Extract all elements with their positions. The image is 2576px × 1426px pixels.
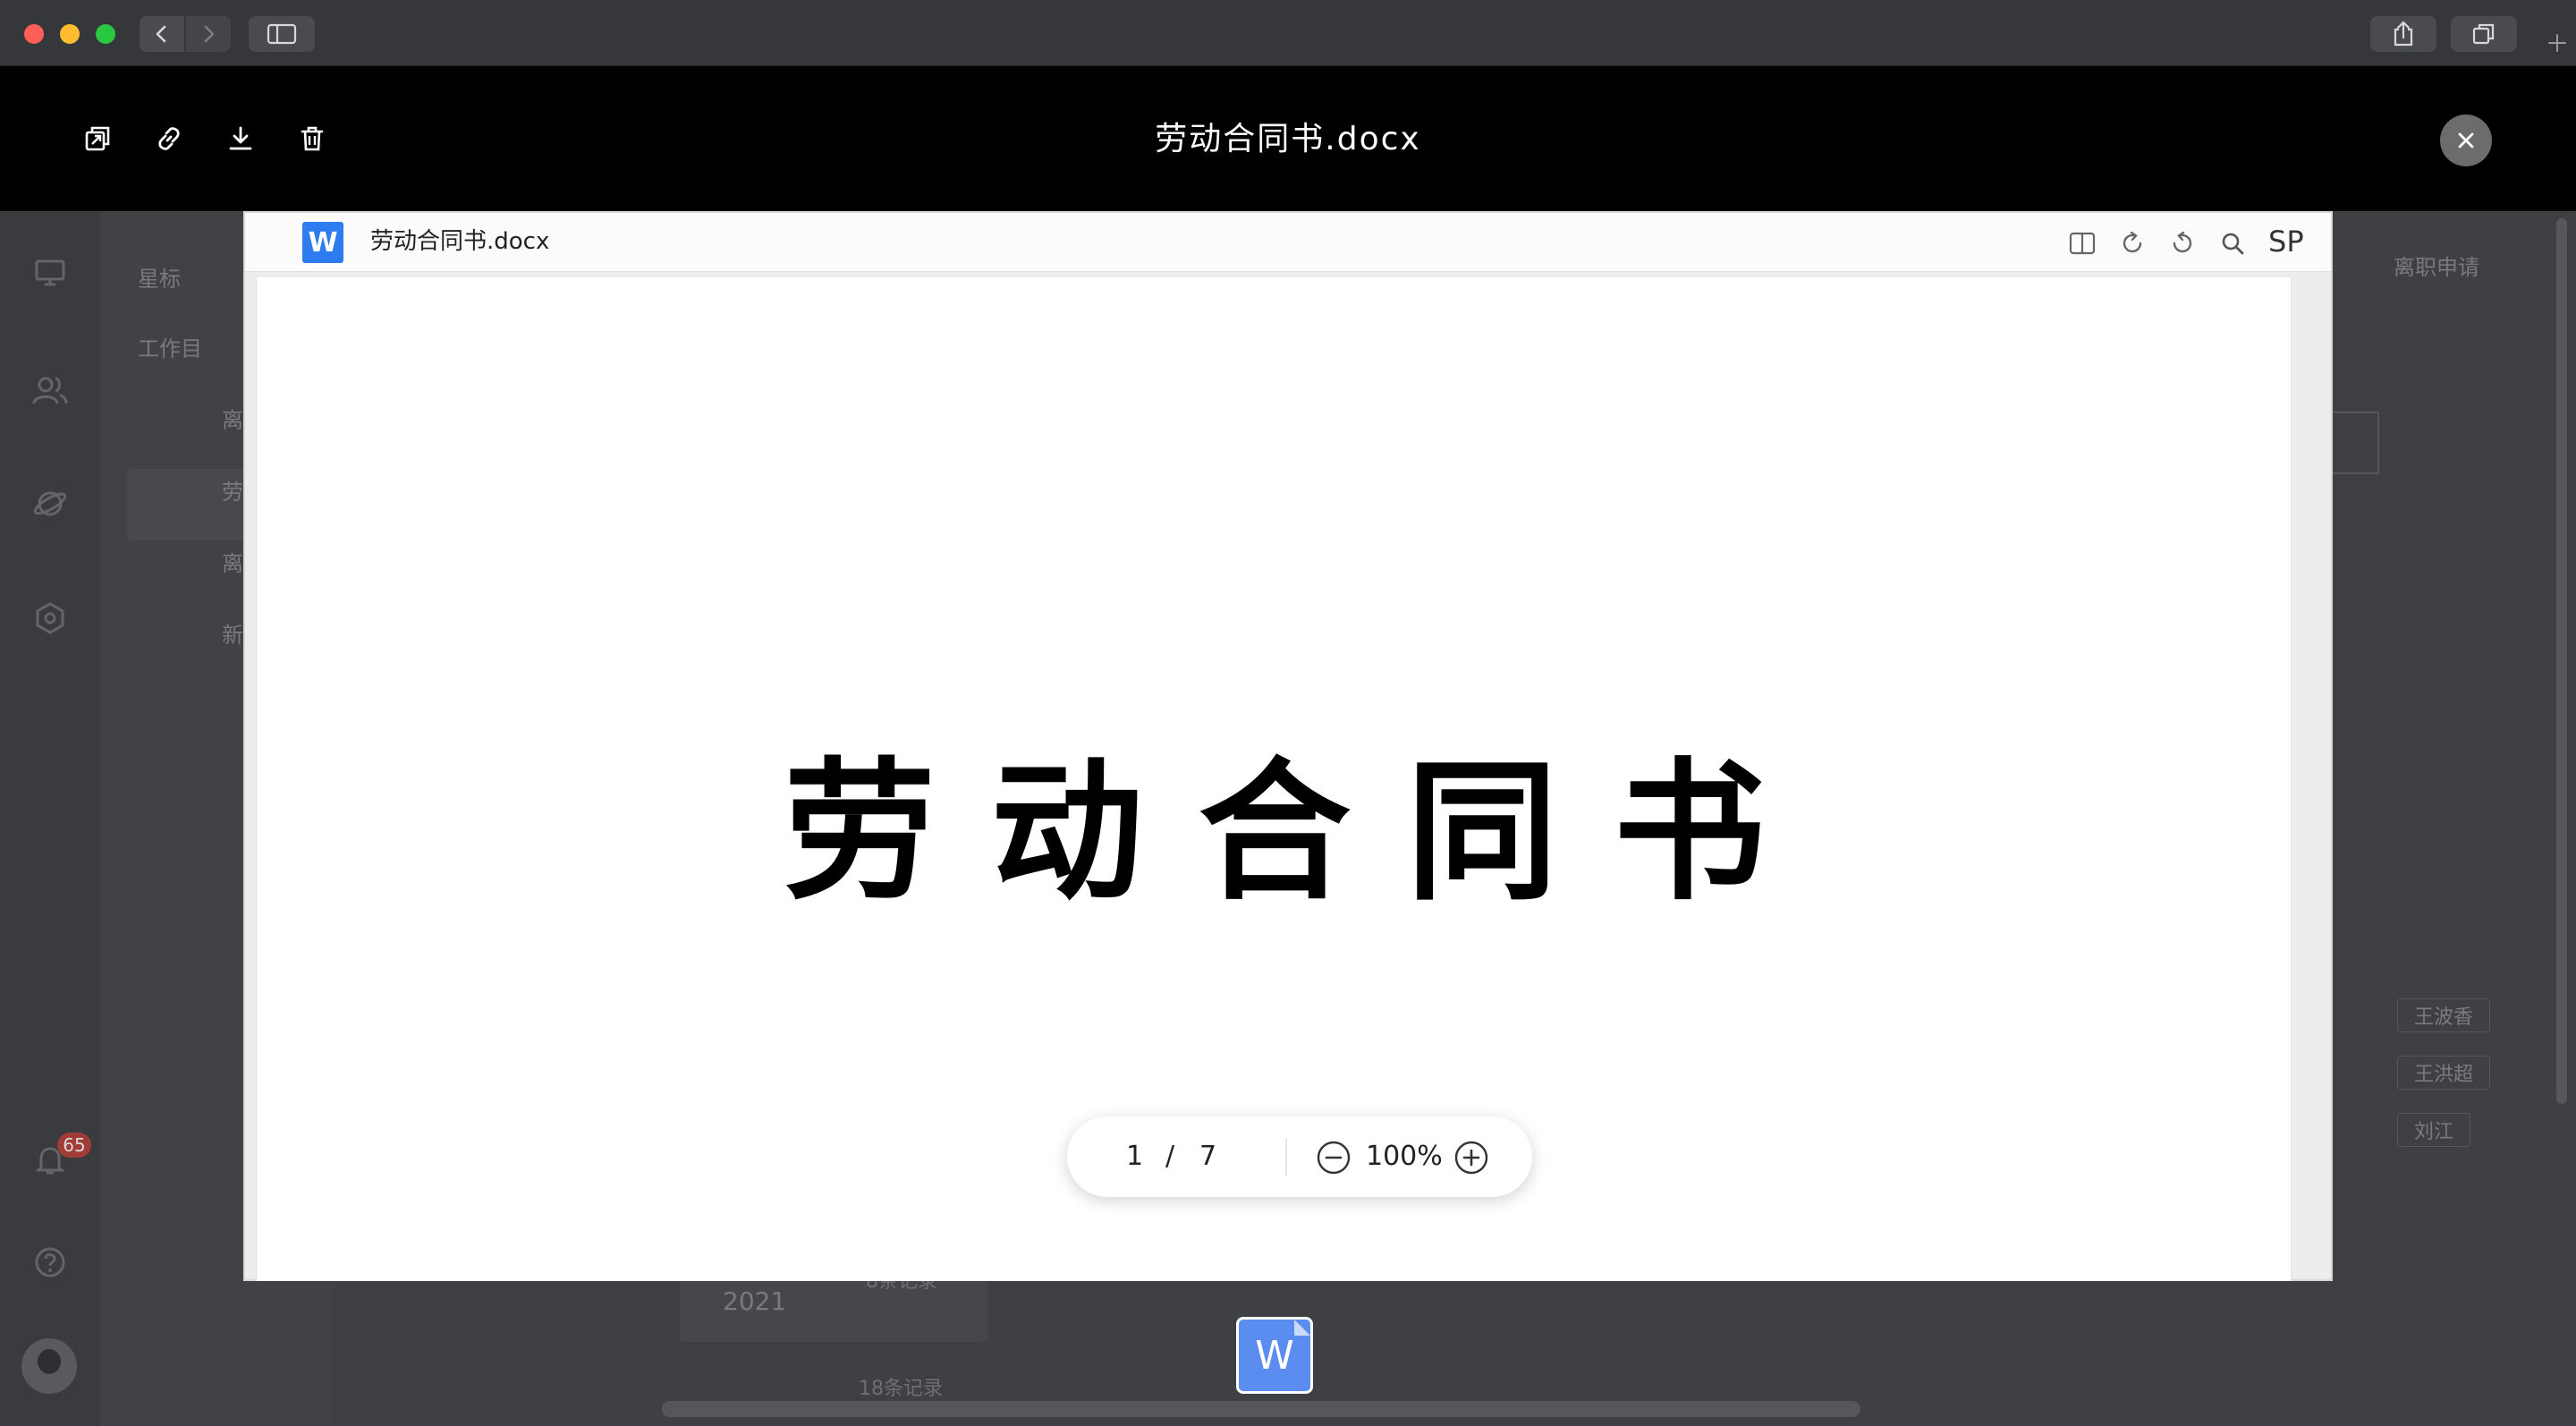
app-nav-rail: 65 [0, 66, 100, 1426]
page-zoom-controls: 1 / 7 100% [1067, 1116, 1532, 1197]
tabs-icon [2472, 23, 2495, 45]
minus-circle-icon [1317, 1141, 1351, 1175]
contacts-icon[interactable] [30, 370, 71, 412]
zoom-window-button[interactable] [96, 24, 115, 44]
viewer-file-name: 劳动合同书.docx [370, 228, 550, 255]
list-item-starred[interactable]: 星标 [138, 261, 181, 293]
search-button[interactable] [2216, 227, 2249, 259]
search-icon [2222, 233, 2244, 255]
close-preview-button[interactable] [2440, 115, 2492, 166]
file-thumbnail[interactable]: W [1236, 1317, 1313, 1394]
zoom-in-button[interactable] [1453, 1140, 1489, 1176]
workbench-icon[interactable] [30, 598, 71, 639]
back-button[interactable] [140, 16, 184, 52]
record-count: 18条记录 [859, 1378, 943, 1400]
user-avatar[interactable] [21, 1338, 77, 1394]
share-icon [2394, 21, 2413, 47]
word-file-icon: W [1255, 1332, 1294, 1379]
name-tag: 王洪超 [2397, 1056, 2491, 1090]
name-tag: 刘江 [2397, 1113, 2471, 1147]
zoom-level: 100% [1366, 1141, 1443, 1172]
year-group-label: 2021 [723, 1286, 787, 1316]
resignation-link[interactable]: 离职申请 [2394, 250, 2479, 281]
page-separator: / [1165, 1141, 1175, 1172]
close-window-button[interactable] [24, 24, 44, 44]
rotate-counterclockwise-button[interactable] [2166, 227, 2199, 259]
list-item[interactable]: 劳 [222, 474, 243, 505]
name-tag: 王波香 [2397, 998, 2491, 1032]
forward-icon [204, 25, 215, 43]
document-heading: 劳动合同书 [783, 743, 1821, 921]
list-item[interactable]: 离 [222, 546, 243, 577]
desktop-icon[interactable] [30, 252, 71, 293]
vertical-scrollbar[interactable] [2556, 218, 2567, 1104]
forward-button[interactable] [186, 16, 231, 52]
total-pages: 7 [1199, 1141, 1217, 1172]
split-view-button[interactable] [2066, 227, 2098, 259]
horizontal-scrollbar[interactable] [662, 1401, 1860, 1417]
back-icon [156, 25, 166, 43]
viewer-toolbar: W 劳动合同书.docx SP [245, 213, 2331, 272]
notification-count-badge: 65 [57, 1133, 91, 1158]
split-view-icon [2069, 232, 2096, 255]
show-tabs-button[interactable] [2451, 16, 2517, 52]
document-page: 劳动合同书 1 / 7 100% [256, 277, 2292, 1281]
plus-circle-icon [1454, 1141, 1488, 1175]
rotate-clockwise-button[interactable] [2116, 227, 2148, 259]
rotate-ccw-icon [2173, 231, 2192, 253]
new-tab-icon [2548, 34, 2566, 52]
rotate-cw-icon [2123, 231, 2142, 253]
sidebar-toggle-button[interactable] [249, 16, 315, 52]
zoom-out-button[interactable] [1316, 1140, 1352, 1176]
help-icon[interactable] [30, 1242, 71, 1283]
sidebar-icon [267, 23, 297, 45]
pager-divider [1285, 1138, 1287, 1176]
document-viewer: W 劳动合同书.docx SP 劳动合同书 1 / 7 100% [243, 211, 2333, 1281]
wps-logo-icon: W [302, 222, 343, 263]
user-initials[interactable]: SP [2268, 225, 2304, 258]
window-titlebar [0, 0, 2576, 66]
current-page[interactable]: 1 [1126, 1138, 1143, 1176]
share-button[interactable] [2370, 16, 2436, 52]
list-item[interactable]: 新 [222, 617, 243, 649]
list-item[interactable]: 离 [222, 403, 243, 434]
preview-title: 劳动合同书.docx [1155, 121, 1421, 157]
new-tab-button[interactable] [2538, 20, 2576, 66]
list-item-workspace[interactable]: 工作目 [138, 331, 202, 362]
discover-icon[interactable] [30, 483, 71, 524]
minimize-window-button[interactable] [60, 24, 80, 44]
preview-header: 劳动合同书.docx [0, 66, 2576, 211]
close-icon [2458, 132, 2474, 149]
